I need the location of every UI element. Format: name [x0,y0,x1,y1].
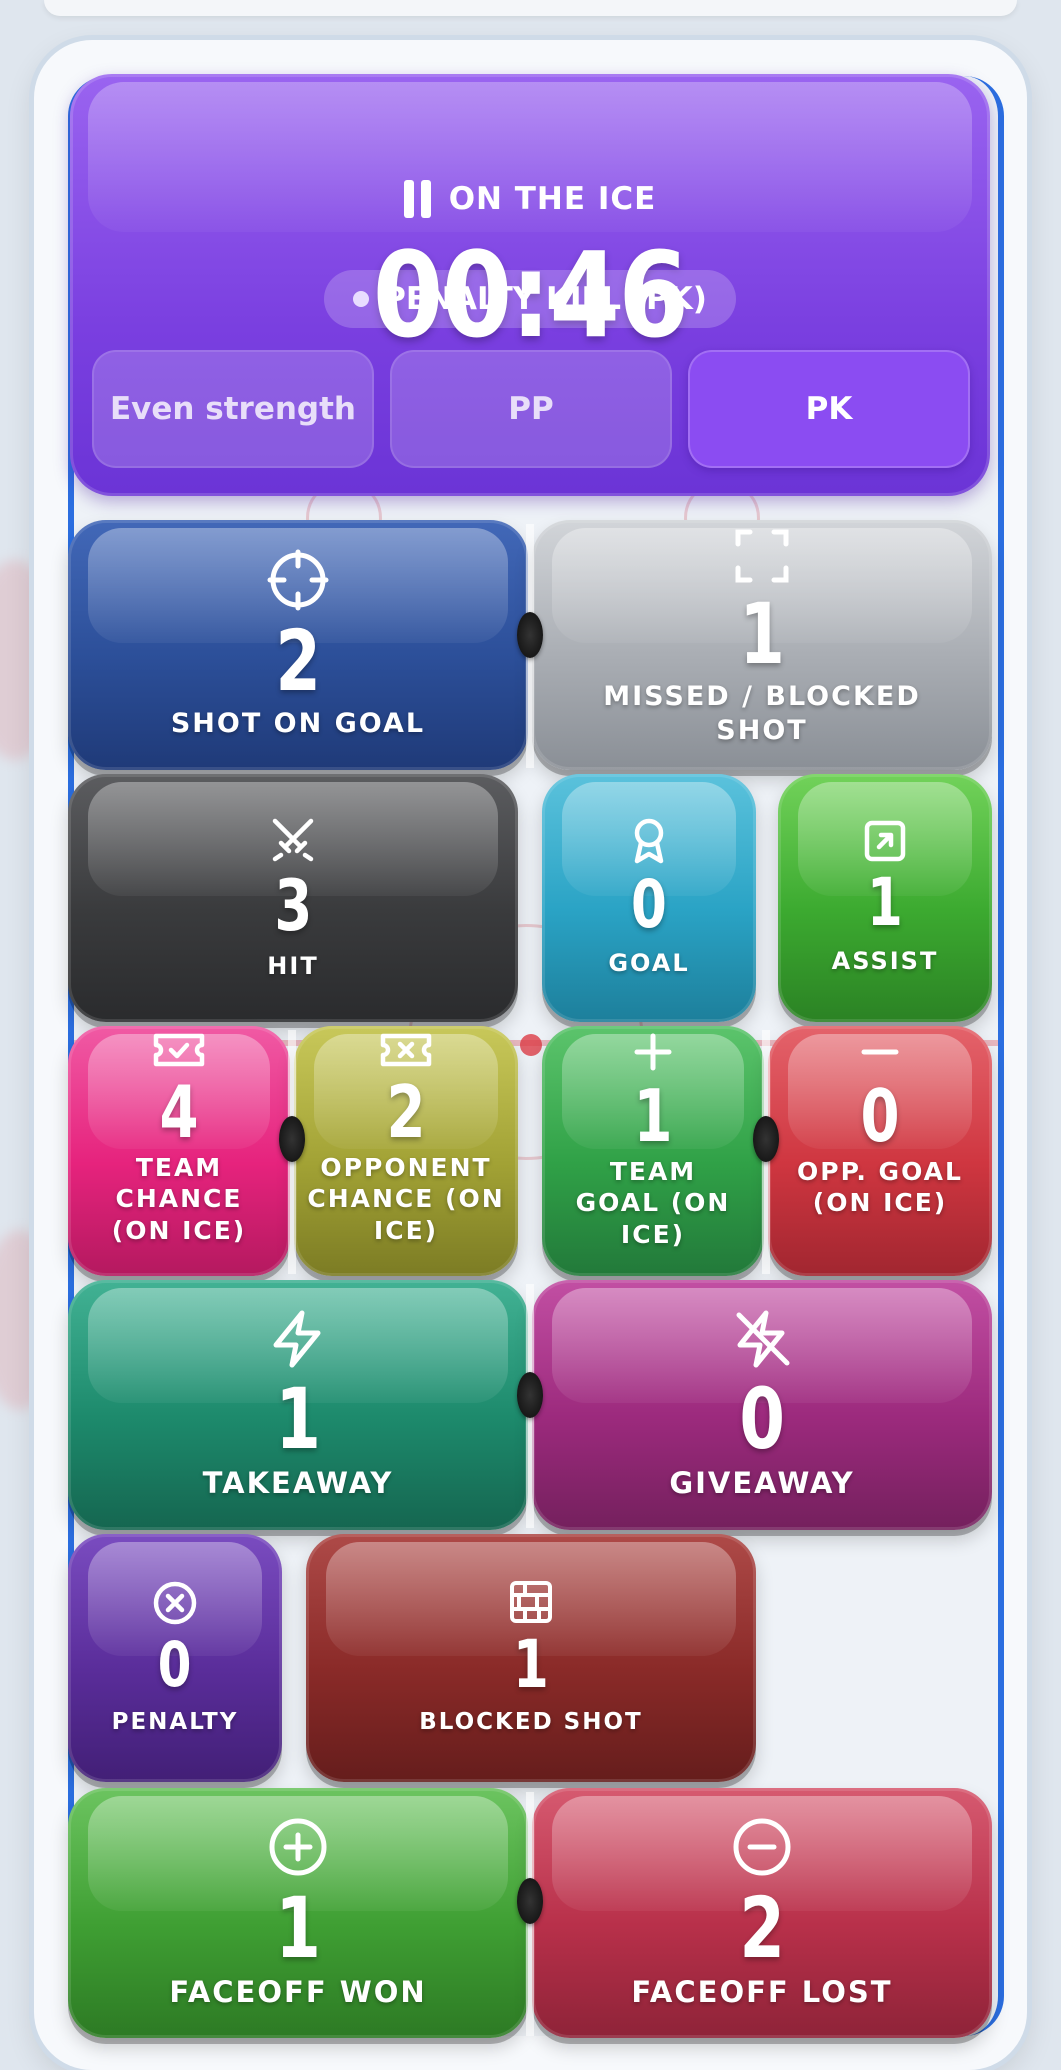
opp-goal-label: OPP. GOAL (ON ICE) [797,1157,963,1218]
faceoff-lost-label: FACEOFF LOST [631,1974,893,2009]
takeaway-label: TAKEAWAY [202,1465,394,1500]
puck-icon [279,1116,305,1162]
pause-icon[interactable] [403,180,431,218]
missed-blocked-shot-count: 1 [739,585,785,683]
hit-count: 3 [273,865,313,947]
status-row: ON THE ICE [70,180,990,218]
giveaway-count: 0 [739,1369,785,1468]
giveaway-label: GIVEAWAY [669,1465,855,1500]
on-ice-header: ON THE ICE 00:46 PENALTY KILL (PK) Even … [70,74,990,496]
shot-on-goal-tile[interactable]: 2 SHOT ON GOAL [68,520,528,770]
goal-count: 0 [631,866,667,943]
assist-label: ASSIST [831,947,939,975]
opp-goal-tile[interactable]: 0 OPP. GOAL (ON ICE) [768,1026,992,1276]
opponent-chance-count: 2 [386,1070,426,1154]
team-chance-tile[interactable]: 4 TEAM CHANCE (ON ICE) [68,1026,290,1276]
shot-on-goal-label: SHOT ON GOAL [170,708,426,740]
hit-tile[interactable]: 3 HIT [68,774,518,1022]
shot-on-goal-count: 2 [275,612,321,711]
top-card-edge [44,0,1017,16]
team-chance-count: 4 [159,1070,199,1154]
opponent-chance-label: OPPONENT CHANCE (ON ICE) [307,1153,505,1245]
faceoff-lost-tile[interactable]: 2 FACEOFF LOST [532,1788,992,2038]
team-goal-label: TEAM GOAL (ON ICE) [575,1157,731,1249]
power-play-button[interactable]: PP [390,350,672,468]
giveaway-tile[interactable]: 0 GIVEAWAY [532,1280,992,1530]
puck-icon [517,612,543,658]
penalty-tile[interactable]: 0 PENALTY [68,1534,282,1782]
crosshair-icon [267,549,329,611]
center-faceoff-dot [520,1034,542,1056]
assist-count: 1 [867,864,903,941]
plus-circle-icon [267,1816,329,1878]
blocked-shot-count: 1 [513,1625,549,1703]
team-goal-tile[interactable]: 1 TEAM GOAL (ON ICE) [542,1026,764,1276]
takeaway-count: 1 [275,1369,321,1468]
blocked-shot-label: BLOCKED SHOT [419,1708,643,1735]
penalty-kill-button[interactable]: PK [688,350,970,468]
team-goal-count: 1 [633,1074,673,1158]
faceoff-won-tile[interactable]: 1 FACEOFF WON [68,1788,528,2038]
faceoff-lost-count: 2 [739,1878,785,1977]
opponent-chance-tile[interactable]: 2 OPPONENT CHANCE (ON ICE) [294,1026,518,1276]
penalty-count: 0 [158,1627,192,1701]
team-chance-label: TEAM CHANCE (ON ICE) [111,1153,247,1245]
penalty-label: PENALTY [111,1708,239,1735]
missed-blocked-shot-label: MISSED / BLOCKED SHOT [603,681,921,746]
award-icon [630,818,668,864]
mode-label: PENALTY KILL (PK) [383,281,707,317]
goal-tile[interactable]: 0 GOAL [542,774,756,1022]
brick-wall-icon [509,1580,553,1624]
faceoff-won-label: FACEOFF WON [169,1974,427,2009]
plus-icon [633,1032,673,1072]
puck-icon [753,1116,779,1162]
status-label: ON THE ICE [448,181,657,217]
mode-dot [353,291,370,307]
focus-frame-icon [734,528,790,584]
x-circle-icon [152,1580,198,1626]
opp-goal-count: 0 [860,1074,900,1158]
takeaway-tile[interactable]: 1 TAKEAWAY [68,1280,528,1530]
assist-tile[interactable]: 1 ASSIST [778,774,992,1022]
missed-blocked-shot-tile[interactable]: 1 MISSED / BLOCKED SHOT [532,520,992,770]
faceoff-won-count: 1 [275,1878,321,1977]
minus-icon [860,1032,900,1072]
hit-label: HIT [267,952,319,980]
lightning-off-icon [733,1309,791,1369]
minus-circle-icon [731,1816,793,1878]
crossed-swords-icon [269,815,317,863]
strength-mode-pill: PENALTY KILL (PK) [324,270,736,328]
puck-icon [517,1878,543,1924]
puck-icon [517,1372,543,1418]
even-strength-button[interactable]: Even strength [92,350,374,468]
ticket-check-icon [153,1032,205,1068]
lightning-icon [270,1309,326,1369]
arrow-up-right-square-icon [864,820,906,862]
goal-label: GOAL [608,949,690,977]
blocked-shot-tile[interactable]: 1 BLOCKED SHOT [306,1534,756,1782]
ticket-x-icon [380,1032,432,1068]
